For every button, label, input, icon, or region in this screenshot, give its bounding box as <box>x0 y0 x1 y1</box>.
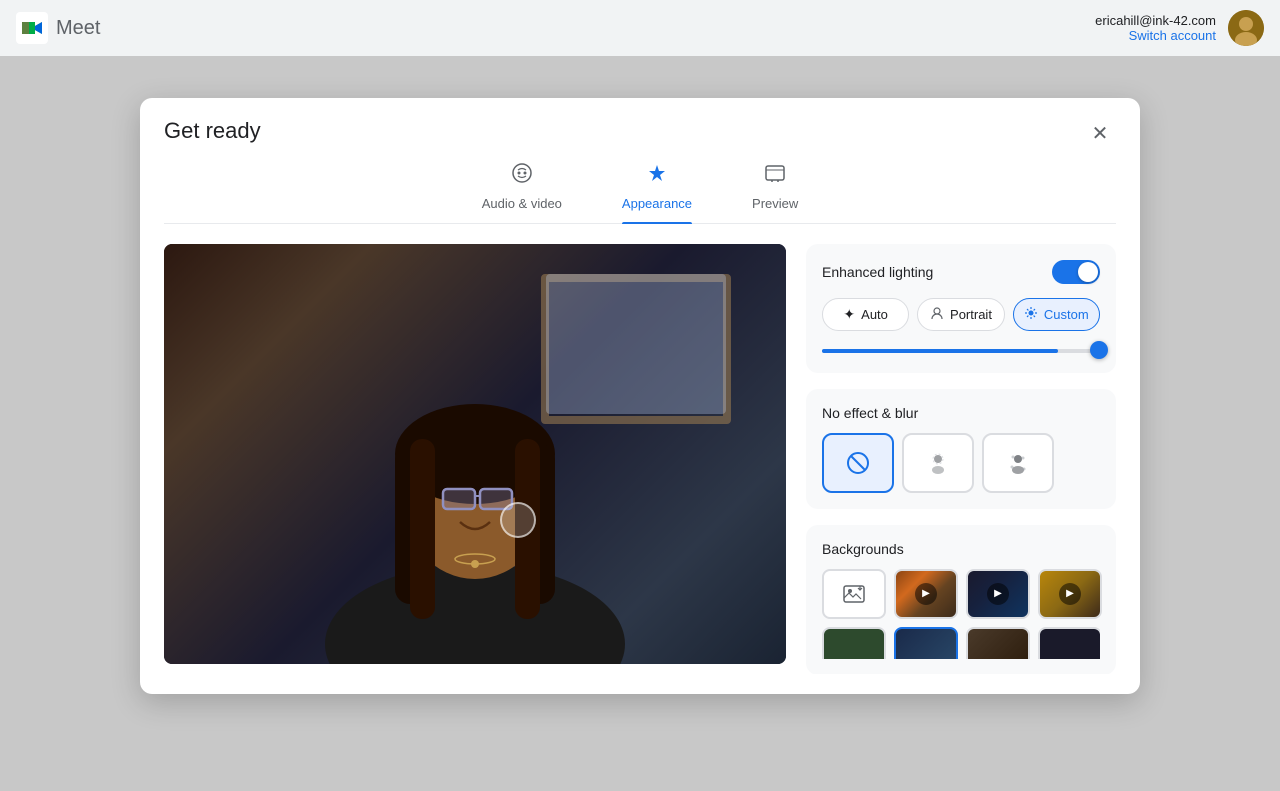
lighting-modes: ✦ Auto Portrait <box>822 298 1100 331</box>
slider-container <box>822 345 1100 357</box>
modal-header: Get ready ✕ <box>140 98 1140 150</box>
bg-item-1[interactable]: ▶ <box>894 569 958 619</box>
bg-item-4[interactable] <box>822 627 886 659</box>
lighting-section: Enhanced lighting ✦ Auto <box>806 244 1116 373</box>
toggle-knob <box>1078 262 1098 282</box>
bg-upload-button[interactable] <box>822 569 886 619</box>
blur-heavy-button[interactable] <box>982 433 1054 493</box>
no-effect-button[interactable] <box>822 433 894 493</box>
mode-custom-label: Custom <box>1044 307 1089 322</box>
modal-title: Get ready <box>164 118 261 144</box>
slider-fill <box>822 349 1058 353</box>
audio-video-icon <box>511 162 533 190</box>
person-silhouette <box>305 284 645 664</box>
bg-item-6[interactable] <box>966 627 1030 659</box>
backgrounds-label: Backgrounds <box>822 541 1100 557</box>
appearance-icon <box>646 162 668 190</box>
mode-portrait-button[interactable]: Portrait <box>917 298 1004 331</box>
mode-portrait-label: Portrait <box>950 307 992 322</box>
auto-icon: ✦ <box>843 306 855 323</box>
tab-appearance[interactable]: Appearance <box>622 162 692 223</box>
custom-icon <box>1024 306 1038 323</box>
mode-custom-button[interactable]: Custom <box>1013 298 1100 331</box>
effect-options <box>822 433 1100 493</box>
tab-preview-label: Preview <box>752 196 798 211</box>
play-overlay-1: ▶ <box>915 583 937 605</box>
tab-audio-video[interactable]: Audio & video <box>482 162 562 223</box>
close-button[interactable]: ✕ <box>1084 118 1116 150</box>
tab-preview[interactable]: Preview <box>752 162 798 223</box>
video-preview <box>164 244 786 674</box>
modal-body: Enhanced lighting ✦ Auto <box>140 224 1140 694</box>
bg-item-3[interactable]: ▶ <box>1038 569 1102 619</box>
effects-section: No effect & blur <box>806 389 1116 509</box>
video-container <box>164 244 786 664</box>
portrait-icon <box>930 306 944 323</box>
background-grid: ▶ ▶ ▶ <box>822 569 1100 619</box>
effects-label: No effect & blur <box>822 405 1100 421</box>
play-overlay-2: ▶ <box>987 583 1009 605</box>
mode-auto-button[interactable]: ✦ Auto <box>822 298 909 331</box>
backgrounds-section: Backgrounds <box>806 525 1116 674</box>
bg-item-2[interactable]: ▶ <box>966 569 1030 619</box>
tabs: Audio & video Appearance <box>164 150 1116 224</box>
lighting-label: Enhanced lighting <box>822 264 933 280</box>
video-bg <box>164 244 786 664</box>
slider-thumb <box>1090 341 1108 359</box>
mode-auto-label: Auto <box>861 307 888 322</box>
bg-item-5[interactable] <box>894 627 958 659</box>
lighting-toggle[interactable] <box>1052 260 1100 284</box>
blur-light-button[interactable] <box>902 433 974 493</box>
right-panel: Enhanced lighting ✦ Auto <box>806 244 1116 674</box>
play-overlay-3: ▶ <box>1059 583 1081 605</box>
modal-overlay: Get ready ✕ Audio & video <box>0 0 1280 791</box>
modal: Get ready ✕ Audio & video <box>140 98 1140 694</box>
preview-icon <box>764 162 786 190</box>
camera-indicator <box>500 502 536 538</box>
lighting-row: Enhanced lighting <box>822 260 1100 284</box>
lighting-slider[interactable] <box>822 349 1100 353</box>
bg-item-7[interactable] <box>1038 627 1100 659</box>
tab-audio-video-label: Audio & video <box>482 196 562 211</box>
tab-appearance-label: Appearance <box>622 196 692 211</box>
background-grid-row2 <box>822 627 1100 659</box>
